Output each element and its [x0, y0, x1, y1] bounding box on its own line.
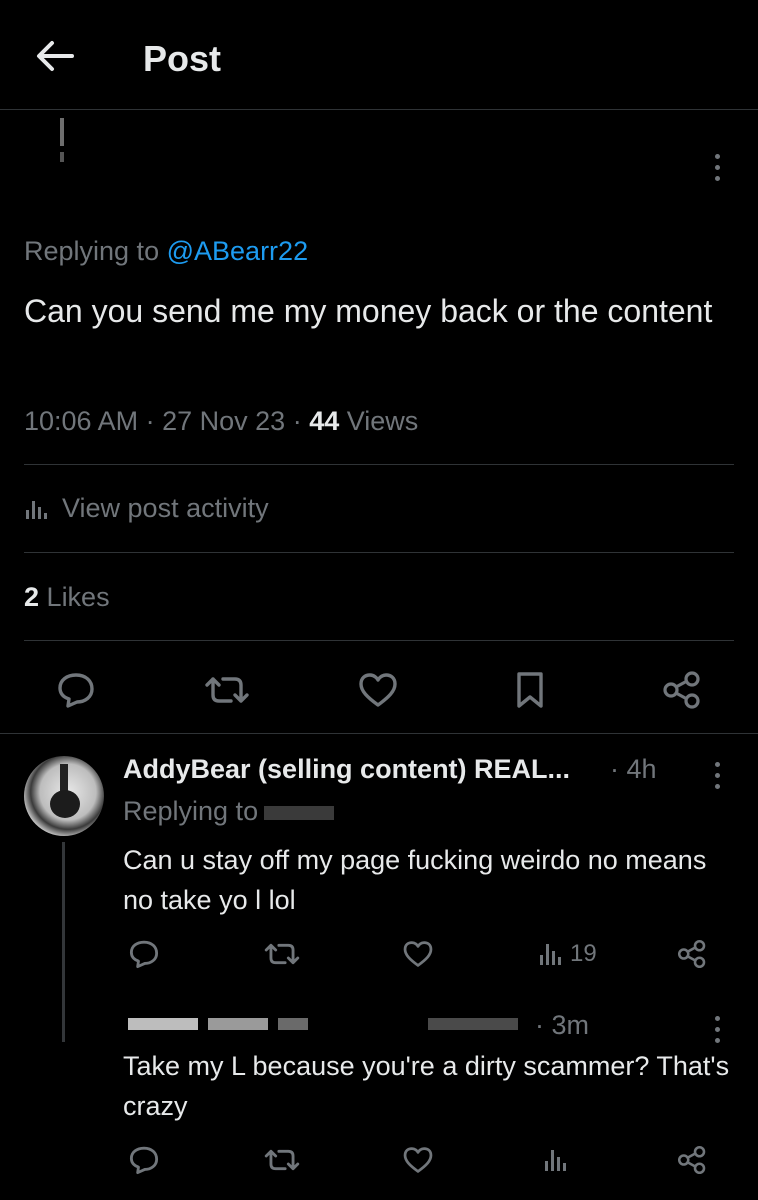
- replying-handle-link[interactable]: @ABearr22: [167, 236, 308, 266]
- views-count: 19: [570, 940, 597, 967]
- post-text: Can you send me my money back or the con…: [24, 293, 713, 329]
- thread-line: [62, 842, 65, 1042]
- divider: [24, 552, 734, 553]
- redacted-author: [60, 118, 64, 146]
- redacted-author-mark: [60, 152, 64, 162]
- likes-label: Likes: [46, 582, 110, 612]
- reply-icon[interactable]: [126, 936, 162, 972]
- like-heart-icon[interactable]: [400, 936, 436, 972]
- divider: [0, 733, 758, 734]
- reply-icon[interactable]: [126, 1142, 162, 1178]
- post-time: 10:06 AM: [24, 406, 139, 436]
- avatar[interactable]: [24, 756, 104, 836]
- share-icon[interactable]: [674, 1142, 710, 1178]
- bookmark-icon[interactable]: [510, 668, 550, 712]
- reply-replying-to: Replying to: [123, 796, 335, 827]
- view-post-activity-button[interactable]: View post activity: [24, 493, 269, 524]
- reply-icon[interactable]: [54, 668, 98, 712]
- divider: [24, 640, 734, 641]
- reply-author-name[interactable]: AddyBear (selling content) REAL...: [123, 754, 570, 785]
- reply-time: · 4h: [610, 754, 657, 784]
- analytics-icon[interactable]: [538, 1142, 574, 1178]
- like-heart-icon[interactable]: [400, 1142, 436, 1178]
- repost-icon[interactable]: [262, 1142, 302, 1178]
- reply-text: Can u stay off my page fucking weirdo no…: [123, 845, 707, 915]
- views-count: 44: [309, 406, 340, 436]
- analytics-icon: [540, 944, 561, 965]
- replying-prefix: Replying to: [123, 796, 259, 826]
- more-options-icon[interactable]: [707, 758, 727, 794]
- reply-text: Take my L because you're a dirty scammer…: [123, 1051, 730, 1121]
- post-meta: 10:06 AM · 27 Nov 23 · 44 Views: [24, 406, 419, 436]
- page-title: Post: [143, 38, 222, 79]
- top-bar: Post: [0, 0, 758, 110]
- repost-icon[interactable]: [202, 668, 252, 712]
- redacted-handle: [264, 805, 335, 820]
- replying-to: Replying to @ABearr22: [24, 236, 308, 267]
- more-options-icon[interactable]: [707, 150, 727, 186]
- more-options-icon[interactable]: [707, 1012, 727, 1048]
- reply-time: · 3m: [535, 1010, 590, 1040]
- back-arrow-icon[interactable]: [32, 36, 78, 76]
- divider: [24, 464, 734, 465]
- share-icon[interactable]: [660, 668, 704, 712]
- share-icon[interactable]: [674, 936, 710, 972]
- reply-time-value: 3m: [551, 1010, 590, 1040]
- likes-count: 2: [24, 582, 40, 612]
- views-button[interactable]: 19: [538, 936, 610, 972]
- activity-label: View post activity: [62, 493, 269, 523]
- repost-icon[interactable]: [262, 936, 302, 972]
- views-label: Views: [346, 406, 419, 436]
- redacted-author-name: [128, 1018, 528, 1034]
- like-heart-icon[interactable]: [356, 668, 400, 712]
- post-date: 27 Nov 23: [162, 406, 286, 436]
- likes-summary[interactable]: 2 Likes: [24, 582, 110, 613]
- analytics-icon: [26, 500, 47, 519]
- replying-prefix: Replying to: [24, 236, 160, 266]
- reply-time-value: 4h: [626, 754, 657, 784]
